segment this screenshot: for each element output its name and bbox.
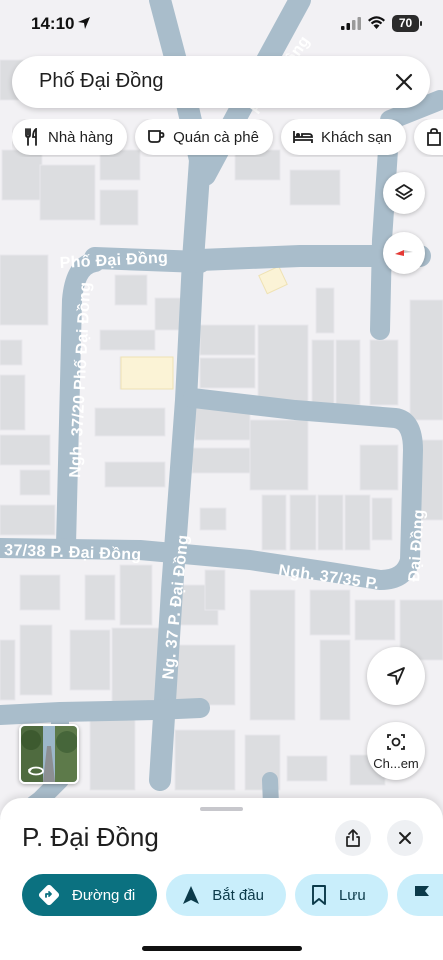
chip-cafes[interactable]: Quán cà phê [135, 119, 273, 155]
bookmark-icon [312, 885, 326, 905]
search-bar[interactable]: Phố Đại Đồng [12, 56, 430, 108]
my-location-button[interactable] [367, 647, 425, 705]
directions-button[interactable]: Đường đi [22, 874, 158, 916]
chip-restaurants[interactable]: Nhà hàng [12, 119, 128, 155]
coffee-cup-icon [148, 130, 165, 143]
bed-icon [293, 131, 313, 143]
navigation-arrow-icon [183, 886, 200, 904]
status-bar: 14:10 70 [0, 0, 443, 48]
close-icon[interactable] [392, 70, 416, 94]
chip-hotels[interactable]: Khách sạn [280, 119, 406, 155]
navigation-arrow-icon [387, 667, 405, 685]
lens-button[interactable]: Ch...em [367, 722, 425, 780]
rotate-360-icon [28, 766, 44, 776]
chip-label: Nhà hàng [48, 128, 114, 146]
compass-icon [395, 250, 413, 256]
close-sheet-button[interactable] [387, 820, 423, 856]
place-sheet[interactable]: P. Đại Đồng Đường đi Bắt đầu Lưu T [0, 798, 443, 960]
place-title: P. Đại Đồng [22, 822, 159, 852]
save-label: Lưu [338, 886, 366, 904]
shopping-bag-icon [426, 128, 441, 146]
sheet-grabber[interactable] [200, 807, 243, 811]
location-arrow-icon [78, 17, 90, 29]
action-buttons: Đường đi Bắt đầu Lưu T [22, 874, 443, 916]
lens-label: Ch...em [373, 756, 419, 771]
chip-label: Khách sạn [320, 128, 392, 146]
category-chips: Nhà hàng Quán cà phê Khách sạn [12, 119, 443, 157]
share-icon [346, 829, 360, 847]
battery-icon: 70 [392, 15, 422, 32]
street-view-thumbnail[interactable] [19, 724, 79, 784]
save-button[interactable]: Lưu [294, 874, 388, 916]
camera-lens-icon [387, 734, 405, 750]
flag-icon [414, 886, 429, 904]
cellular-signal-icon [341, 17, 361, 30]
chip-label: Quán cà phê [173, 128, 259, 146]
flag-button[interactable]: T [396, 874, 443, 916]
battery-level: 70 [398, 16, 413, 30]
fork-knife-icon [25, 128, 37, 146]
wifi-icon [368, 16, 385, 29]
directions-icon [38, 884, 60, 906]
share-button[interactable] [335, 820, 371, 856]
start-label: Bắt đầu [212, 886, 264, 904]
close-icon [399, 832, 411, 844]
search-input[interactable]: Phố Đại Đồng [39, 70, 164, 93]
compass-button[interactable] [383, 232, 425, 274]
chip-shopping[interactable] [413, 119, 443, 155]
home-indicator [142, 946, 302, 951]
directions-label: Đường đi [72, 886, 136, 904]
status-time: 14:10 [31, 14, 75, 33]
layers-icon [395, 184, 413, 200]
start-button[interactable]: Bắt đầu [166, 874, 286, 916]
layers-button[interactable] [383, 172, 425, 214]
